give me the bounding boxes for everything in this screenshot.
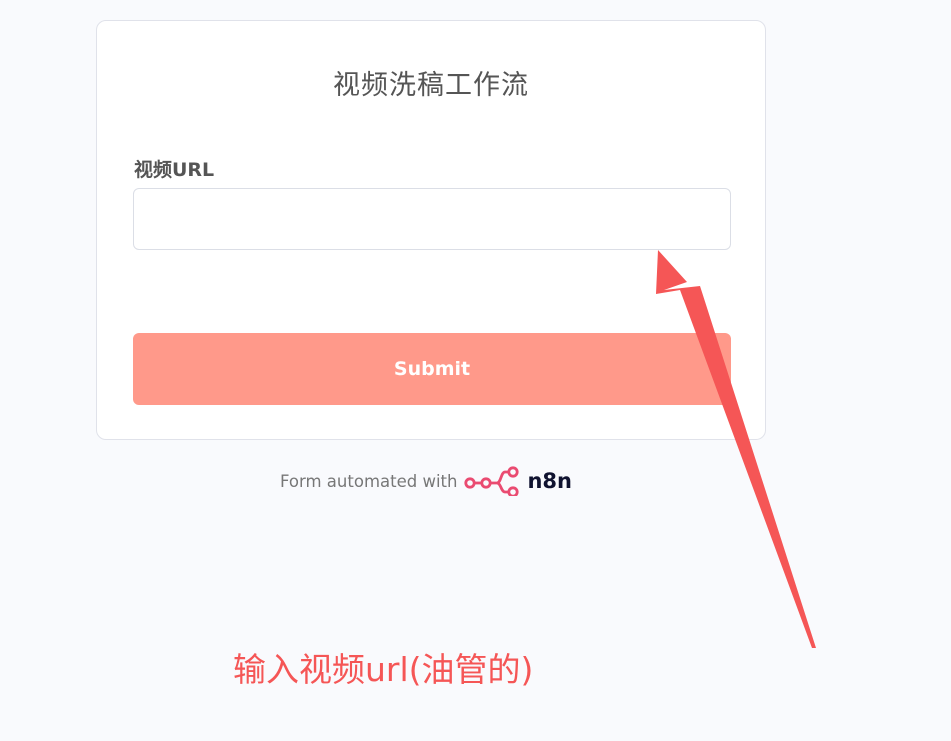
footer-text: Form automated with: [280, 471, 458, 491]
annotation-text: 输入视频url(油管的): [233, 650, 534, 689]
form-title: 视频洗稿工作流: [333, 70, 529, 101]
n8n-brand: n8n: [527, 469, 572, 493]
form-card: 视频洗稿工作流 视频URL Submit: [96, 20, 766, 440]
form-footer: Form automated with n8n: [280, 463, 572, 499]
video-url-input[interactable]: [133, 188, 731, 250]
video-url-label: 视频URL: [134, 159, 215, 181]
submit-button[interactable]: Submit: [133, 333, 731, 405]
n8n-logo-icon: [463, 466, 521, 496]
